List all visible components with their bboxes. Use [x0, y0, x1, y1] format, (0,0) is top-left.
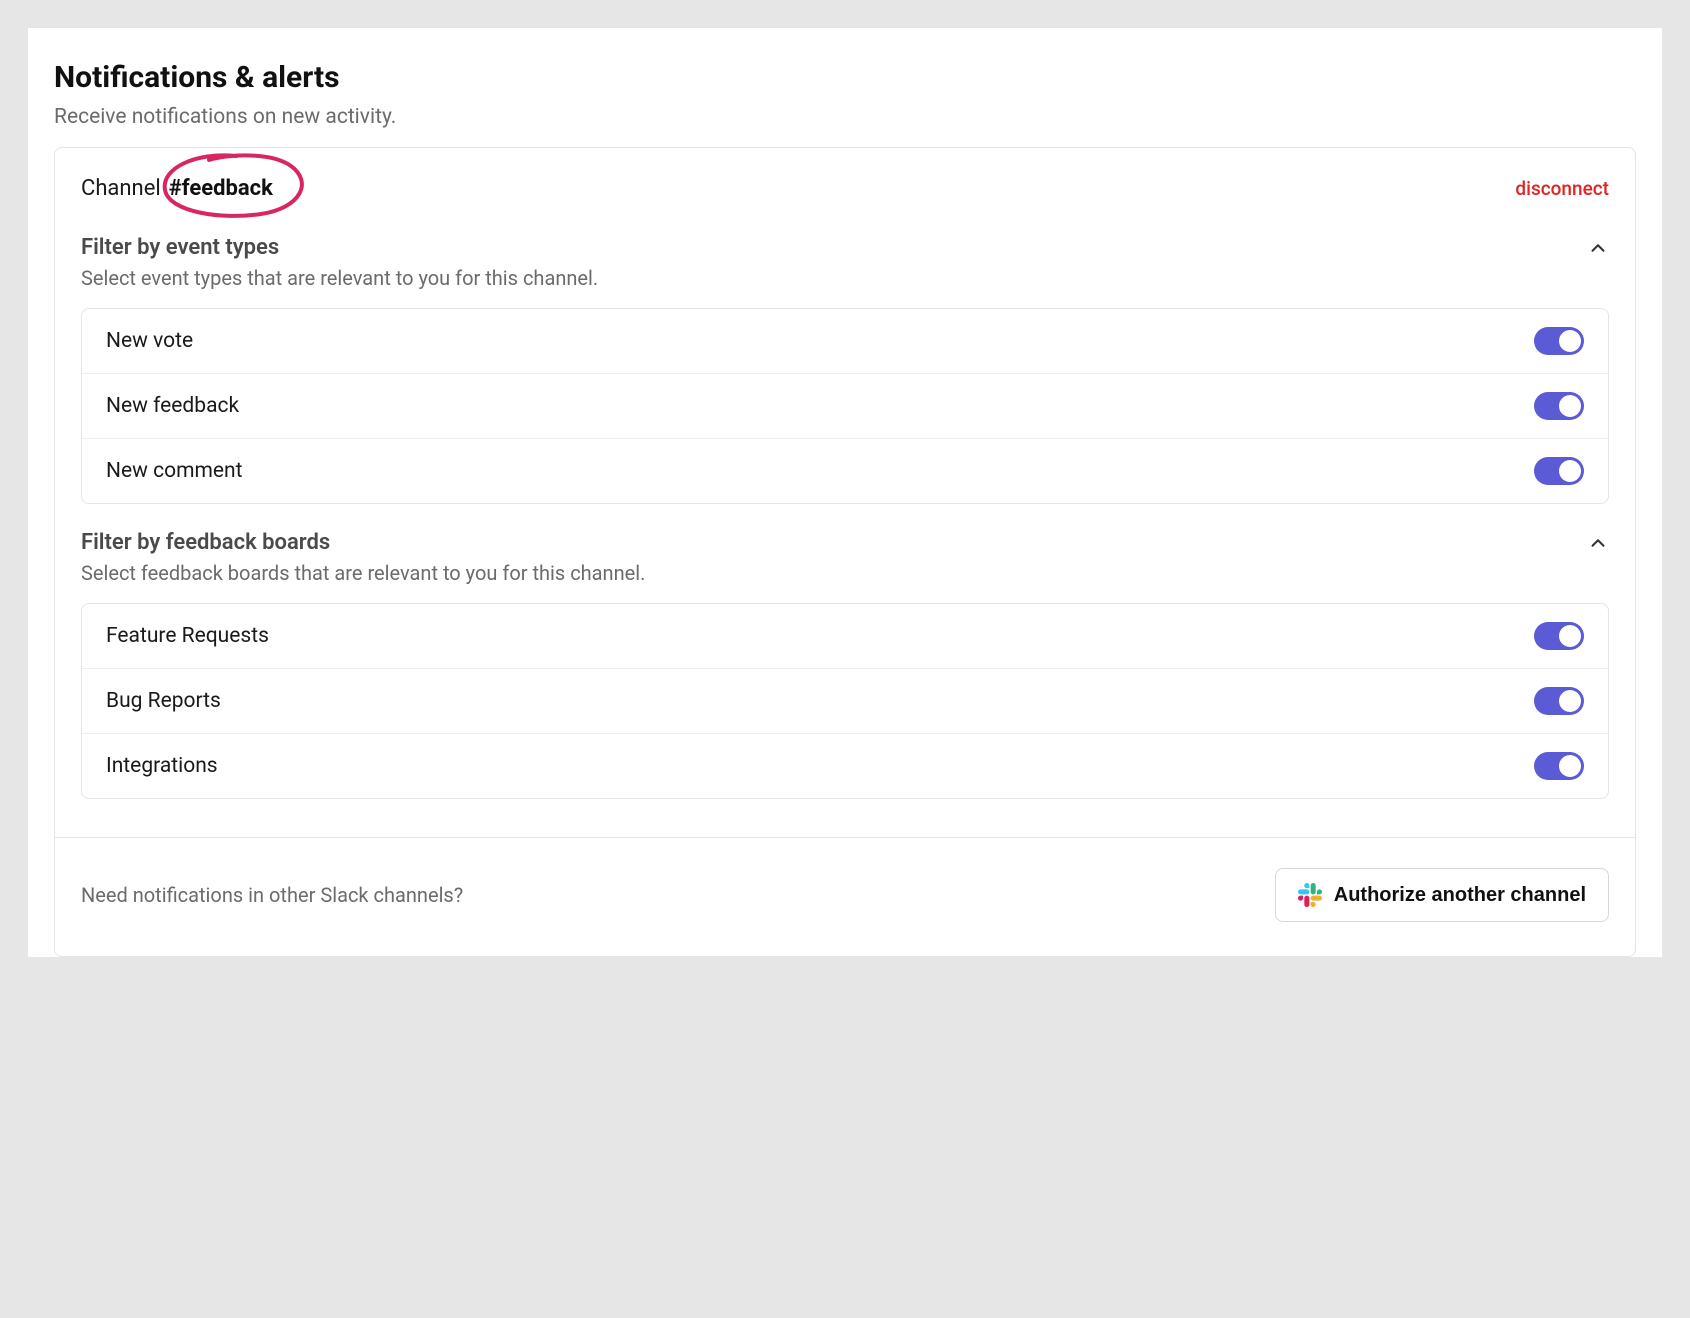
notifications-settings-page: Notifications & alerts Receive notificat…	[28, 28, 1662, 957]
authorize-channel-button[interactable]: Authorize another channel	[1275, 868, 1609, 922]
item-label: Bug Reports	[106, 689, 221, 713]
disconnect-button[interactable]: disconnect	[1515, 177, 1609, 200]
event-types-list: New vote New feedback New comment	[81, 308, 1609, 504]
item-label: New comment	[106, 459, 243, 483]
section-title: Filter by feedback boards	[81, 530, 645, 555]
toggle-switch[interactable]	[1534, 457, 1584, 485]
chevron-up-icon[interactable]	[1587, 237, 1609, 259]
section-header: Filter by event types Select event types…	[81, 235, 1609, 290]
toggle-switch[interactable]	[1534, 327, 1584, 355]
event-types-section: Filter by event types Select event types…	[55, 235, 1635, 530]
section-description: Select feedback boards that are relevant…	[81, 561, 645, 585]
section-description: Select event types that are relevant to …	[81, 266, 598, 290]
item-label: Integrations	[106, 754, 218, 778]
chevron-up-icon[interactable]	[1587, 532, 1609, 554]
section-header: Filter by feedback boards Select feedbac…	[81, 530, 1609, 585]
toggle-switch[interactable]	[1534, 687, 1584, 715]
slack-icon	[1298, 883, 1322, 907]
button-label: Authorize another channel	[1334, 884, 1586, 907]
card-footer: Need notifications in other Slack channe…	[55, 837, 1635, 956]
toggle-switch[interactable]	[1534, 752, 1584, 780]
boards-section: Filter by feedback boards Select feedbac…	[55, 530, 1635, 825]
toggle-switch[interactable]	[1534, 622, 1584, 650]
list-item: Feature Requests	[82, 604, 1608, 669]
channel-info: Channel #feedback	[81, 176, 273, 201]
page-title: Notifications & alerts	[54, 60, 1636, 95]
channel-label: Channel	[81, 176, 161, 201]
channel-card: Channel #feedback disconnect Filter by e…	[54, 147, 1636, 957]
list-item: New vote	[82, 309, 1608, 374]
item-label: New feedback	[106, 394, 239, 418]
page-header: Notifications & alerts Receive notificat…	[28, 52, 1662, 147]
channel-row: Channel #feedback disconnect	[55, 148, 1635, 235]
item-label: Feature Requests	[106, 624, 269, 648]
toggle-switch[interactable]	[1534, 392, 1584, 420]
boards-list: Feature Requests Bug Reports Integration…	[81, 603, 1609, 799]
footer-text: Need notifications in other Slack channe…	[81, 883, 463, 907]
list-item: New feedback	[82, 374, 1608, 439]
page-subtitle: Receive notifications on new activity.	[54, 105, 1636, 129]
channel-name: #feedback	[169, 176, 273, 201]
list-item: New comment	[82, 439, 1608, 503]
list-item: Integrations	[82, 734, 1608, 798]
list-item: Bug Reports	[82, 669, 1608, 734]
item-label: New vote	[106, 329, 193, 353]
section-title: Filter by event types	[81, 235, 598, 260]
